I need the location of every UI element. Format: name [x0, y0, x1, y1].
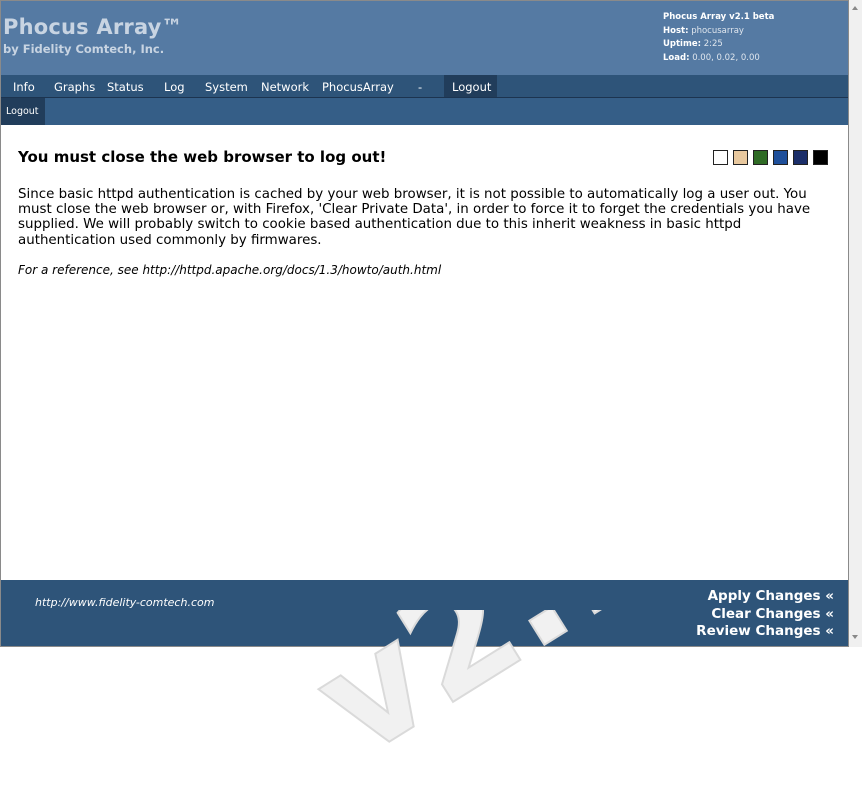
- nav-item-phocusarray[interactable]: PhocusArray: [322, 80, 394, 94]
- vertical-scrollbar[interactable]: [849, 0, 862, 647]
- subnav-item-logout[interactable]: Logout: [6, 106, 39, 117]
- theme-swatch-green[interactable]: [753, 150, 768, 165]
- logout-explanation: Since basic httpd authentication is cach…: [18, 187, 811, 248]
- clear-changes-link[interactable]: Clear Changes «: [711, 606, 834, 622]
- theme-swatch-white[interactable]: [713, 150, 728, 165]
- header: Phocus Array™ by Fidelity Comtech, Inc. …: [1, 1, 848, 75]
- theme-swatch-blue[interactable]: [773, 150, 788, 165]
- nav-item-network[interactable]: Network: [261, 80, 309, 94]
- main-content: You must close the web browser to log ou…: [1, 125, 848, 580]
- scroll-up-icon[interactable]: [852, 6, 858, 10]
- nav-item-log[interactable]: Log: [164, 80, 185, 94]
- footer-url-link[interactable]: http://www.fidelity-comtech.com: [35, 596, 214, 609]
- nav-item-status[interactable]: Status: [107, 80, 144, 94]
- reference-note: For a reference, see http://httpd.apache…: [18, 263, 442, 277]
- uptime-text: Uptime: 2:25: [663, 39, 723, 49]
- system-info: Phocus Array v2.1 beta Host: phocusarray…: [663, 11, 774, 65]
- brand-subtitle: by Fidelity Comtech, Inc.: [3, 42, 165, 56]
- browser-viewport: Phocus Array™ by Fidelity Comtech, Inc. …: [0, 0, 849, 647]
- brand-title: Phocus Array™: [3, 15, 183, 39]
- nav-item-logout[interactable]: Logout: [452, 80, 491, 94]
- page-title: You must close the web browser to log ou…: [18, 148, 387, 166]
- theme-swatch-tan[interactable]: [733, 150, 748, 165]
- nav-item-info[interactable]: Info: [13, 80, 35, 94]
- theme-swatch-black[interactable]: [813, 150, 828, 165]
- load-text: Load: 0.00, 0.02, 0.00: [663, 52, 760, 63]
- review-changes-link[interactable]: Review Changes «: [696, 623, 834, 639]
- version-text: Phocus Array v2.1 beta: [663, 12, 775, 22]
- scroll-down-icon[interactable]: [852, 635, 858, 639]
- footer: http://www.fidelity-comtech.com Apply Ch…: [1, 580, 848, 646]
- nav-item-system[interactable]: System: [205, 80, 248, 94]
- nav-item-graphs[interactable]: Graphs: [54, 80, 95, 94]
- apply-changes-link[interactable]: Apply Changes «: [708, 588, 834, 604]
- theme-swatch-navy[interactable]: [793, 150, 808, 165]
- main-nav: Info Graphs Status Log System Network Ph…: [1, 75, 848, 98]
- nav-separator: -: [418, 80, 423, 94]
- sub-nav: Logout: [1, 98, 848, 125]
- host-text: Host: phocusarray: [663, 25, 744, 36]
